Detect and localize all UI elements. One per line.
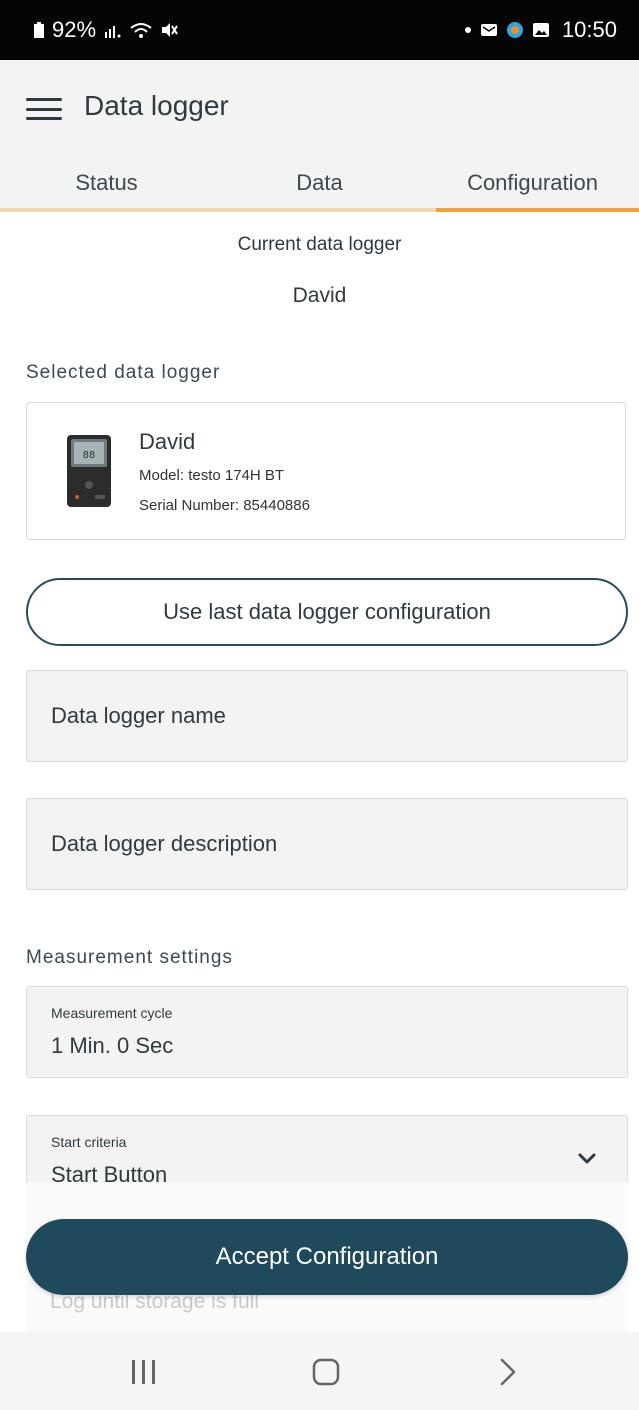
logger-description-field[interactable]: Data logger description xyxy=(26,798,628,890)
start-criteria-label: Start criteria xyxy=(51,1134,127,1150)
app-bar: Data logger Status Data Configuration xyxy=(0,60,639,212)
accept-configuration-button[interactable]: Accept Configuration xyxy=(26,1219,628,1295)
hamburger-menu-icon[interactable] xyxy=(26,94,62,124)
selected-logger-card[interactable]: 88 David Model: testo 174H BT Serial Num… xyxy=(26,402,626,540)
measurement-cycle-value: 1 Min. 0 Sec xyxy=(51,1033,174,1058)
page-title: Data logger xyxy=(84,90,229,121)
tab-configuration[interactable]: Configuration xyxy=(426,156,639,210)
use-last-configuration-button[interactable]: Use last data logger configuration xyxy=(26,578,628,646)
status-bar-right: 10:50 xyxy=(464,17,617,43)
message-icon xyxy=(480,22,498,38)
measurement-cycle-label: Measurement cycle xyxy=(51,1005,173,1021)
back-icon[interactable] xyxy=(478,1352,538,1392)
chevron-down-icon xyxy=(578,1153,596,1164)
logger-description-placeholder: Data logger description xyxy=(51,831,278,856)
dot-icon xyxy=(464,26,472,34)
mute-icon xyxy=(160,22,178,38)
clock: 10:50 xyxy=(561,17,617,42)
battery-percent: 92% xyxy=(52,17,97,42)
measurement-settings-label: Measurement settings xyxy=(26,947,233,968)
signal-icon xyxy=(104,22,122,38)
browser-icon xyxy=(506,21,524,39)
recents-icon[interactable] xyxy=(114,1352,174,1392)
tab-active-indicator xyxy=(436,208,639,212)
data-logger-device-icon: 88 xyxy=(67,435,111,507)
current-logger-label: Current data logger xyxy=(237,234,402,255)
gallery-icon xyxy=(532,22,550,38)
status-bar: 92% 10:50 xyxy=(0,0,639,60)
home-icon[interactable] xyxy=(296,1352,356,1392)
logger-name-placeholder: Data logger name xyxy=(51,703,226,728)
selected-logger-name: David xyxy=(139,429,196,454)
selected-logger-model: Model: testo 174H BT xyxy=(139,467,285,484)
wifi-icon xyxy=(130,22,152,38)
svg-text:88: 88 xyxy=(83,450,96,461)
system-nav-bar xyxy=(0,1332,639,1410)
logger-name-field[interactable]: Data logger name xyxy=(26,670,628,762)
tab-data[interactable]: Data xyxy=(213,156,426,210)
selected-logger-serial: Serial Number: 85440886 xyxy=(139,497,310,514)
tab-bar: Status Data Configuration xyxy=(0,156,639,210)
current-logger-name: David xyxy=(292,284,347,307)
battery-icon xyxy=(34,22,44,38)
measurement-cycle-field[interactable]: Measurement cycle 1 Min. 0 Sec xyxy=(26,986,628,1078)
selected-logger-section-label: Selected data logger xyxy=(26,362,221,383)
tab-status[interactable]: Status xyxy=(0,156,213,210)
status-bar-left: 92% xyxy=(34,17,178,43)
